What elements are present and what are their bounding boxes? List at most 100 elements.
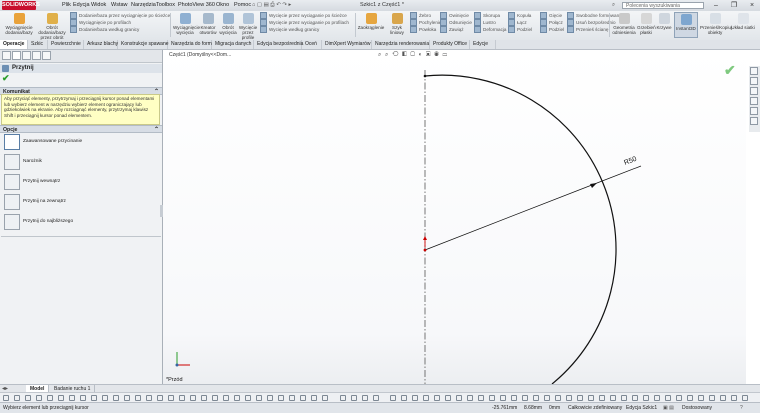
sketch-ellipse-icon[interactable] [69,395,75,401]
flex-item[interactable]: Gięcie [540,12,564,20]
reference-triad[interactable] [173,349,193,369]
solidworks-logo[interactable]: SOLIDWORKS [2,1,40,10]
undercut-icon[interactable] [555,395,561,401]
wrap-item[interactable]: Owinięcie [440,12,472,20]
zoom-area-icon[interactable] [351,395,357,401]
menu-toolbox[interactable]: Toolbox [156,1,175,10]
mass-properties-icon[interactable] [500,395,506,401]
tab-sketch[interactable]: Szkic [28,40,48,49]
menu-file[interactable]: Plik [62,1,71,10]
split2-item[interactable]: Podziel [540,26,564,34]
tie-item[interactable]: Zawiąż [440,26,472,34]
extrude-cut-button[interactable]: Wyciągnięcie wycięcia [173,13,200,35]
close-icon[interactable]: × [746,1,758,10]
intersect-item[interactable]: Skorupa [474,12,507,20]
option-trim-to-closest[interactable]: Przytnij do najbliższego [2,212,160,233]
menu-insert[interactable]: Wstaw [111,1,128,10]
property-manager-icon[interactable] [12,51,21,60]
curvature-icon[interactable] [522,395,528,401]
rib-item[interactable]: Żebro [410,12,441,20]
combine-item[interactable]: Łącz [508,19,532,27]
tab-edits[interactable]: Edycje [470,40,496,49]
menu-window[interactable]: Okno [216,1,229,10]
search-input[interactable]: Polecenia wyszukiwania [622,2,704,9]
revolve-cut-button[interactable]: Obrót wycięcia [219,13,237,35]
sketch-arc-icon[interactable] [36,395,42,401]
option-trim-away-inside[interactable]: Przytnij wewnątrz [2,172,160,193]
design-library-icon[interactable] [750,77,758,85]
edit-appearance-icon[interactable] [423,395,429,401]
loft-boss-item[interactable]: Wyciągnięcie po profilach [70,19,170,27]
sketch-scale-icon[interactable] [212,395,218,401]
sketch-offset-icon[interactable] [157,395,163,401]
view-palette-icon[interactable] [750,97,758,105]
sketch-chamfer-icon[interactable] [91,395,97,401]
menu-edit[interactable]: Edycja [73,1,90,10]
menu-view[interactable]: Widok [91,1,106,10]
sweep-boss-item[interactable]: Dodanie/baza przez wyciągnięcie po ścież… [70,12,170,20]
hide-show-icon[interactable] [412,395,418,401]
fillet-button[interactable]: Zaokrąglenie [357,13,385,30]
sketch-point-icon[interactable] [113,395,119,401]
display-style-icon[interactable] [401,395,407,401]
tab-office-products[interactable]: Produkty Office [430,40,470,49]
display-relations-icon[interactable] [256,395,262,401]
tab-direct-editing[interactable]: Edycja bezpośrednia [254,40,303,49]
simulation-icon[interactable] [731,395,737,401]
hole-wizard-button[interactable]: Kreator otworów [198,13,218,35]
sketch-rectangle-icon[interactable] [14,395,20,401]
measure-icon[interactable] [489,395,495,401]
geometry-analysis-icon[interactable] [632,395,638,401]
tab-render-tools[interactable]: Narzędzia renderowania [372,40,430,49]
sketch-line-icon[interactable] [3,395,9,401]
file-explorer-icon[interactable] [750,87,758,95]
menu-tools[interactable]: Narzędzia [131,1,156,10]
tab-surfaces[interactable]: Powierzchnie [48,40,84,49]
smart-dimension-icon[interactable] [234,395,240,401]
sketch-picture-icon[interactable] [311,395,317,401]
mesh-layout-button[interactable]: Układ siatki [731,13,755,30]
extrude-boss-button[interactable]: Wyciągnięcie dodania/bazy [2,13,36,35]
sketch-rotate-icon[interactable] [201,395,207,401]
loft-cut-item[interactable]: Wycięcie przez wyciąganie po profilach [260,19,349,27]
zebra-icon[interactable] [533,395,539,401]
costing-icon[interactable] [720,395,726,401]
graphics-area[interactable]: Część1 (Domyślny<<Dom... ⌕ ⌕ ⟲ ◧ ▢ ◐ ▣ ◉… [163,50,746,384]
flat-comb-button[interactable]: Grzebień płaski [637,13,656,35]
resources-icon[interactable] [750,67,758,75]
sustainability-icon[interactable] [709,395,715,401]
boundary-cut-item[interactable]: Wycięcie według granicy [260,26,349,34]
tab-dimxpert[interactable]: DimXpert Wymiarów [322,40,372,49]
sketch-relations-icon[interactable] [467,395,473,401]
option-power-trim[interactable]: Zaawansowane przycinanie [2,132,160,153]
draft-analysis-icon[interactable] [544,395,550,401]
interference-icon[interactable] [665,395,671,401]
add-relation-icon[interactable] [245,395,251,401]
toolbar-more-icon[interactable] [742,395,748,401]
sketch-circle-icon[interactable] [25,395,31,401]
shell-item[interactable]: Powłoka [410,26,441,34]
statistics-icon[interactable] [643,395,649,401]
offset-item[interactable]: Odsunięcie [440,19,472,27]
menu-photoview[interactable]: PhotoView 360 [178,1,215,10]
custom-properties-icon[interactable] [750,117,758,125]
home-icon[interactable]: ⌂ ▢ ▤ ⎙ ↶ ↷ ▸ [252,1,291,10]
draft-item[interactable]: Pochylenie [410,19,441,27]
hole-alignment-icon[interactable] [687,395,693,401]
search-icon[interactable]: ⌕ [612,1,615,10]
dome-item[interactable]: Kopuła [508,12,532,20]
split-item[interactable]: Podziel [508,26,532,34]
instant3d-button[interactable]: Instant3D [674,12,698,38]
deform-item[interactable]: Deformacja [474,26,507,34]
feature-tree-icon[interactable] [2,51,11,60]
units-icon[interactable] [478,395,484,401]
parting-line-icon[interactable] [566,395,572,401]
sketch-polygon-icon[interactable] [47,395,53,401]
sketch-trim-icon[interactable] [135,395,141,401]
previous-view-icon[interactable] [362,395,368,401]
tab-mold-tools[interactable]: Narzędzia do form [168,40,212,49]
curves-button[interactable]: Krzywe [655,13,673,30]
compare-icon[interactable] [610,395,616,401]
appearances-icon[interactable] [750,107,758,115]
sweep-cut-item[interactable]: Wycięcie przez wyciąganie po ścieżce [260,12,349,20]
